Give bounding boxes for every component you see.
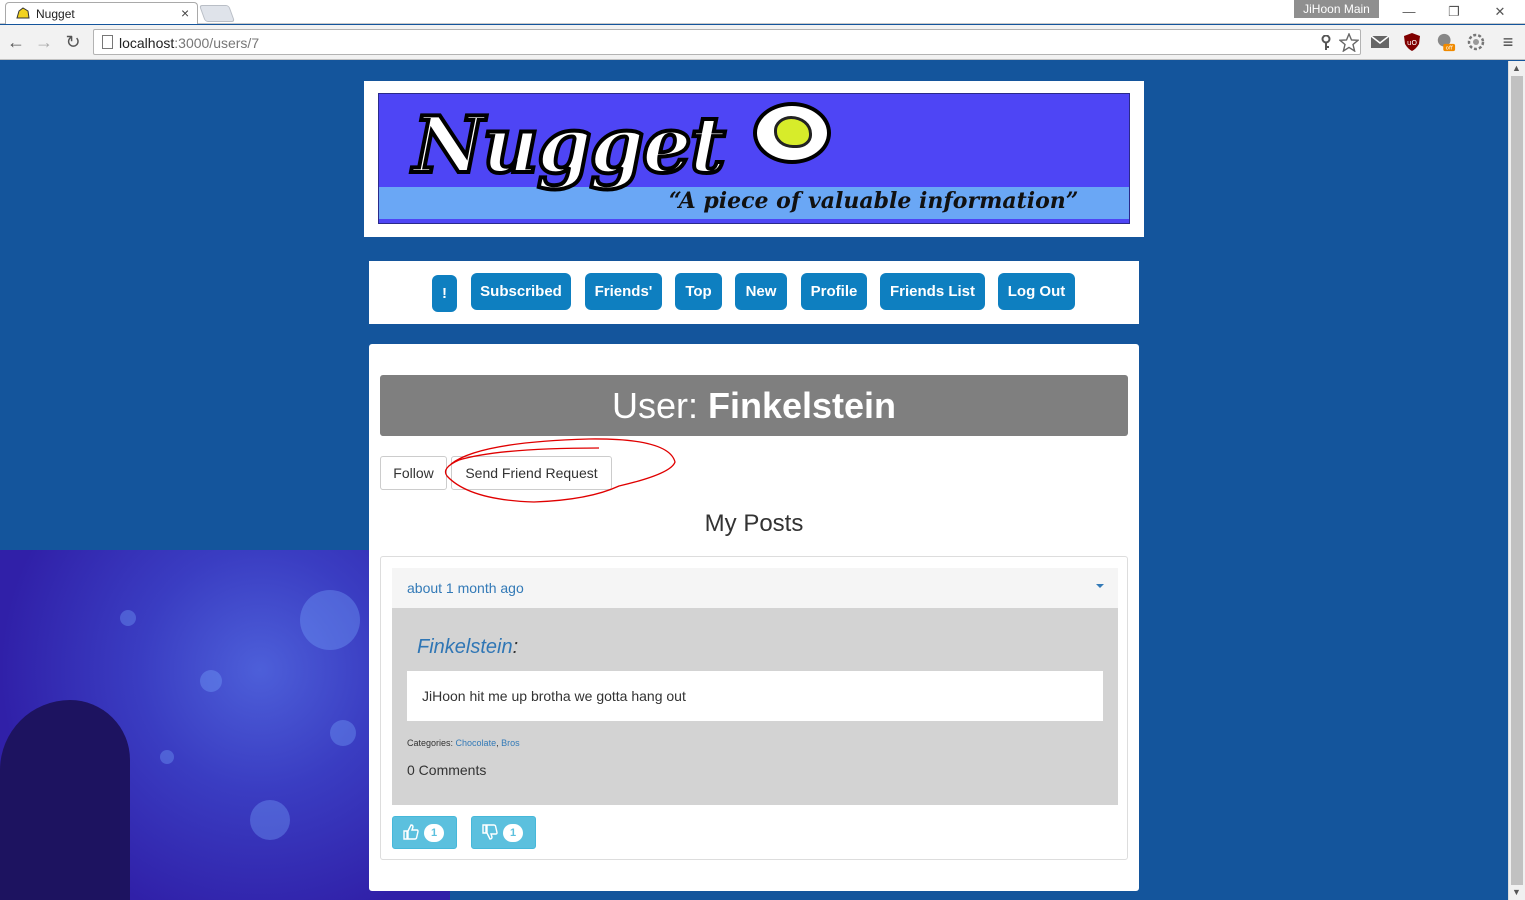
nav-alerts-button[interactable]: !	[432, 275, 457, 312]
nav-logout-button[interactable]: Log Out	[998, 273, 1075, 310]
post-timestamp[interactable]: about 1 month ago	[407, 580, 524, 596]
page-icon	[102, 35, 113, 49]
key-icon[interactable]	[1320, 35, 1332, 51]
user-heading-prefix: User:	[611, 385, 698, 426]
extension-off-icon[interactable]: off	[1436, 32, 1456, 52]
bokeh-circle	[120, 610, 136, 626]
tab-title: Nugget	[36, 7, 75, 21]
post-header[interactable]: about 1 month ago	[392, 568, 1118, 608]
bokeh-circle	[300, 590, 360, 650]
category-link[interactable]: Chocolate	[456, 738, 497, 748]
upvote-button[interactable]: 1	[392, 816, 457, 849]
bokeh-circle	[200, 670, 222, 692]
post-categories: Categories: Chocolate, Bros	[407, 738, 520, 748]
upvote-count: 1	[424, 824, 444, 842]
page-viewport: Nugget “A piece of valuable information”…	[0, 61, 1508, 900]
downvote-count: 1	[503, 824, 523, 842]
post-text: JiHoon hit me up brotha we gotta hang ou…	[422, 688, 686, 704]
bookmark-star-icon[interactable]	[1339, 33, 1359, 52]
forward-icon[interactable]: →	[33, 31, 55, 53]
site-tagline: “A piece of valuable information”	[669, 188, 1079, 214]
site-logo: Nugget	[411, 98, 728, 193]
url-text[interactable]: localhost:3000/users/7	[119, 35, 259, 51]
settings-gear-icon[interactable]	[1466, 32, 1486, 52]
categories-label: Categories:	[407, 738, 454, 748]
banner-image: Nugget “A piece of valuable information”	[378, 93, 1130, 224]
post-panel: about 1 month ago Finkelstein: JiHoon hi…	[380, 556, 1128, 860]
page-title: User: Finkelstein	[380, 375, 1128, 436]
chrome-menu-icon[interactable]: ≡	[1498, 32, 1518, 52]
nav-friends-button[interactable]: Friends'	[585, 273, 662, 310]
browser-toolbar: ← → ↻ localhost:3000/users/7 uO off ≡	[0, 25, 1525, 60]
nav-new-button[interactable]: New	[735, 273, 787, 310]
browser-tabstrip: Nugget × JiHoon Main — ❐ ✕	[0, 0, 1525, 24]
address-bar[interactable]: localhost:3000/users/7	[93, 29, 1361, 55]
bokeh-circle	[160, 750, 174, 764]
thumbs-up-icon	[403, 824, 419, 840]
post-content-box: JiHoon hit me up brotha we gotta hang ou…	[407, 671, 1103, 721]
profile-badge[interactable]: JiHoon Main	[1294, 0, 1379, 18]
head-silhouette-icon	[0, 700, 130, 900]
page-scrollbar[interactable]: ▲ ▼	[1508, 61, 1525, 900]
follow-button[interactable]: Follow	[380, 456, 447, 490]
gold-nugget-icon	[774, 116, 812, 148]
minimize-icon[interactable]: —	[1394, 2, 1424, 22]
category-link[interactable]: Bros	[501, 738, 520, 748]
post-body: Finkelstein: JiHoon hit me up brotha we …	[392, 608, 1118, 805]
url-host: localhost	[119, 35, 175, 51]
post-author-link[interactable]: Finkelstein	[417, 636, 513, 658]
svg-text:off: off	[1446, 46, 1453, 52]
ublock-shield-icon[interactable]: uO	[1402, 32, 1422, 52]
downvote-button[interactable]: 1	[471, 816, 536, 849]
red-circle-annotation	[444, 438, 676, 503]
bokeh-circle	[330, 720, 356, 746]
nav-subscribed-button[interactable]: Subscribed	[471, 273, 571, 310]
nav-top-button[interactable]: Top	[675, 273, 722, 310]
scroll-thumb[interactable]	[1511, 76, 1523, 885]
tab-close-icon[interactable]: ×	[181, 5, 189, 21]
nugget-favicon-icon	[16, 7, 30, 19]
scroll-up-icon[interactable]: ▲	[1512, 63, 1521, 73]
main-nav: ! Subscribed Friends' Top New Profile Fr…	[369, 261, 1139, 324]
my-posts-heading: My Posts	[704, 510, 804, 537]
author-colon: :	[512, 636, 519, 658]
scroll-down-icon[interactable]: ▼	[1512, 887, 1521, 897]
restore-icon[interactable]: ❐	[1439, 2, 1469, 22]
comments-count[interactable]: 0 Comments	[407, 762, 486, 778]
svg-text:uO: uO	[1407, 39, 1417, 47]
nav-profile-button[interactable]: Profile	[801, 273, 867, 310]
speech-bubble-icon	[753, 102, 831, 164]
nav-friends-list-button[interactable]: Friends List	[880, 273, 985, 310]
post-author: Finkelstein:	[417, 636, 518, 659]
profile-username: Finkelstein	[707, 385, 897, 426]
browser-tab[interactable]: Nugget ×	[5, 2, 198, 24]
mail-icon[interactable]	[1370, 32, 1390, 52]
url-path: :3000/users/7	[174, 35, 260, 51]
reload-icon[interactable]: ↻	[62, 31, 84, 53]
caret-down-icon[interactable]	[1096, 584, 1104, 588]
window-close-icon[interactable]: ✕	[1485, 2, 1515, 22]
site-banner[interactable]: Nugget “A piece of valuable information”	[364, 81, 1144, 237]
new-tab-button[interactable]	[198, 5, 236, 22]
back-icon[interactable]: ←	[5, 31, 27, 53]
thumbs-down-icon	[482, 824, 498, 840]
bokeh-circle	[250, 800, 290, 840]
profile-card: User: Finkelstein Follow Send Friend Req…	[369, 344, 1139, 891]
